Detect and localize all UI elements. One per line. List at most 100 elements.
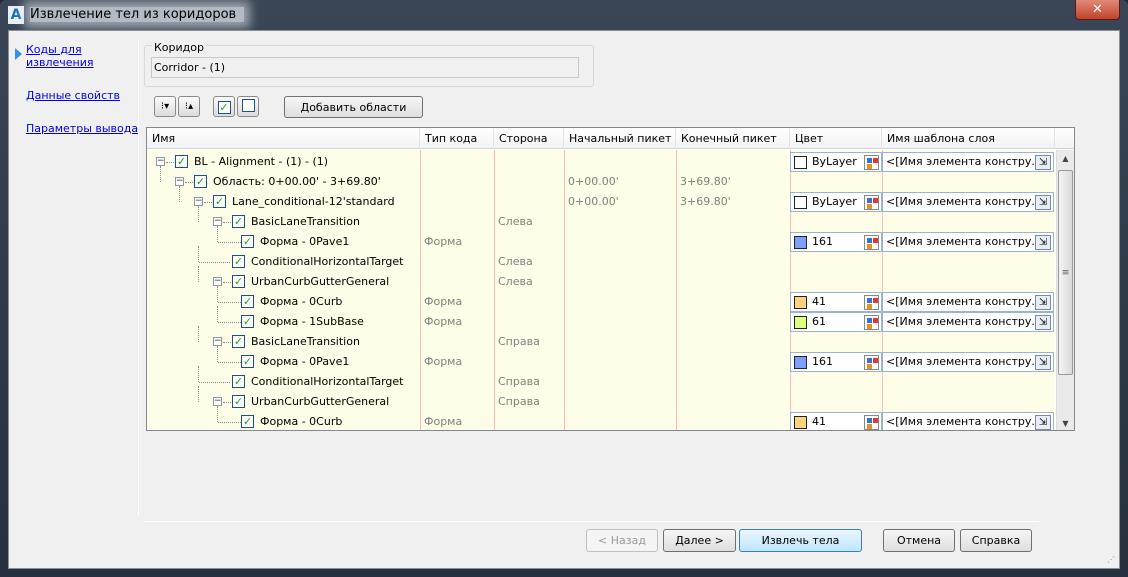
color-picker-icon[interactable] — [864, 235, 879, 250]
row-checkbox[interactable]: ✓ — [241, 235, 254, 248]
scroll-down-arrow-icon[interactable]: ▼ — [1057, 415, 1074, 430]
back-button[interactable]: < Назад — [586, 529, 658, 552]
layer-template-field[interactable]: <[Имя элемента констру... ⇲ — [882, 292, 1054, 312]
nav-link-property-data[interactable]: Данные свойств — [26, 89, 120, 102]
row-color[interactable]: 61 — [790, 312, 882, 332]
row-layer-template[interactable]: <[Имя элемента констру... ⇲ — [882, 192, 1055, 212]
color-picker-icon[interactable] — [864, 155, 879, 170]
resize-grip-icon[interactable]: ⋰ — [1107, 555, 1115, 564]
tree-row[interactable]: − ✓ Область: 0+00.00' - 3+69.80' 0+00.00' 3+… — [147, 166, 1055, 192]
row-layer-template[interactable]: <[Имя элемента констру... ⇲ — [882, 412, 1055, 430]
layer-template-field[interactable]: <[Имя элемента констру... ⇲ — [882, 152, 1054, 172]
color-field[interactable]: 41 — [790, 412, 882, 430]
collapse-all-button[interactable]: ⁝▴ — [178, 96, 200, 117]
tree-row[interactable]: − ✓ UrbanCurbGutterGeneral Справа — [147, 386, 1055, 412]
layer-template-field[interactable]: <[Имя элемента констру... ⇲ — [882, 352, 1054, 372]
color-field[interactable]: ByLayer — [790, 152, 882, 172]
color-picker-icon[interactable] — [864, 415, 879, 430]
row-checkbox[interactable]: ✓ — [232, 395, 245, 408]
layer-template-field[interactable]: <[Имя элемента констру... ⇲ — [882, 412, 1054, 430]
tree-row[interactable]: − ✓ BasicLaneTransition Справа — [147, 326, 1055, 352]
close-button[interactable]: ✕ — [1075, 0, 1120, 20]
tree-row[interactable]: ✓ Форма - 0Curb Форма 41 <[Имя элемента конс… — [147, 286, 1055, 312]
tree-row[interactable]: ✓ ConditionalHorizontalTarget Справа — [147, 366, 1055, 392]
row-checkbox[interactable]: ✓ — [194, 175, 207, 188]
tree-row[interactable]: ✓ Форма - 0Pave1 Форма 161 <[Имя элемента ко… — [147, 346, 1055, 372]
cancel-button[interactable]: Отмена — [883, 529, 955, 552]
color-field[interactable]: 161 — [790, 352, 882, 372]
row-checkbox[interactable]: ✓ — [213, 195, 226, 208]
row-checkbox[interactable]: ✓ — [241, 295, 254, 308]
vertical-scrollbar[interactable]: ▲ ≡ ▼ — [1056, 150, 1074, 430]
row-layer-template[interactable]: <[Имя элемента констру... ⇲ — [882, 152, 1055, 172]
column-header-name[interactable]: Имя — [147, 128, 420, 149]
color-picker-icon[interactable] — [864, 195, 879, 210]
extract-solids-button[interactable]: Извлечь тела — [739, 529, 862, 552]
tree-row[interactable]: ✓ Форма - 0Curb Форма 41 <[Имя элемента конс… — [147, 406, 1055, 430]
column-header-end-station[interactable]: Конечный пикет — [676, 128, 790, 149]
check-all-button[interactable]: ✓ — [213, 96, 235, 117]
collapse-node-icon[interactable]: − — [213, 337, 222, 346]
row-checkbox[interactable]: ✓ — [241, 315, 254, 328]
row-color[interactable]: 41 — [790, 412, 882, 430]
nav-link-extract-codes[interactable]: Коды для извлечения — [26, 43, 106, 69]
row-checkbox[interactable]: ✓ — [232, 275, 245, 288]
row-layer-template[interactable]: <[Имя элемента констру... ⇲ — [882, 312, 1055, 332]
edit-template-icon[interactable]: ⇲ — [1035, 295, 1051, 310]
color-field[interactable]: ByLayer — [790, 192, 882, 212]
row-color[interactable]: ByLayer — [790, 152, 882, 172]
layer-template-field[interactable]: <[Имя элемента констру... ⇲ — [882, 312, 1054, 332]
row-checkbox[interactable]: ✓ — [232, 255, 245, 268]
collapse-node-icon[interactable]: − — [156, 157, 165, 166]
tree-row[interactable]: − ✓ UrbanCurbGutterGeneral Слева — [147, 266, 1055, 292]
column-header-side[interactable]: Сторона — [494, 128, 564, 149]
row-checkbox[interactable]: ✓ — [241, 415, 254, 428]
edit-template-icon[interactable]: ⇲ — [1035, 235, 1051, 250]
row-color[interactable]: 161 — [790, 352, 882, 372]
layer-template-field[interactable]: <[Имя элемента констру... ⇲ — [882, 192, 1054, 212]
tree-row[interactable]: − ✓ BasicLaneTransition Слева — [147, 206, 1055, 232]
next-button[interactable]: Далее > — [663, 529, 736, 552]
color-picker-icon[interactable] — [864, 355, 879, 370]
tree-row[interactable]: − ✓ Lane_conditional-12'standard 0+00.00' 3+… — [147, 186, 1055, 212]
row-checkbox[interactable]: ✓ — [232, 335, 245, 348]
row-checkbox[interactable]: ✓ — [241, 355, 254, 368]
color-field[interactable]: 161 — [790, 232, 882, 252]
row-checkbox[interactable]: ✓ — [232, 215, 245, 228]
row-layer-template[interactable]: <[Имя элемента констру... ⇲ — [882, 232, 1055, 252]
scrollbar-thumb[interactable]: ≡ — [1058, 170, 1073, 375]
help-button[interactable]: Справка — [960, 529, 1032, 552]
add-regions-button[interactable]: Добавить области — [284, 96, 423, 118]
row-layer-template[interactable]: <[Имя элемента констру... ⇲ — [882, 352, 1055, 372]
edit-template-icon[interactable]: ⇲ — [1035, 155, 1051, 170]
column-header-color[interactable]: Цвет — [790, 128, 882, 149]
edit-template-icon[interactable]: ⇲ — [1035, 195, 1051, 210]
color-field[interactable]: 41 — [790, 292, 882, 312]
row-layer-template[interactable]: <[Имя элемента констру... ⇲ — [882, 292, 1055, 312]
row-color[interactable]: 161 — [790, 232, 882, 252]
color-picker-icon[interactable] — [864, 315, 879, 330]
expand-all-button[interactable]: ⁝▾ — [154, 96, 176, 117]
edit-template-icon[interactable]: ⇲ — [1035, 315, 1051, 330]
scroll-up-arrow-icon[interactable]: ▲ — [1057, 150, 1074, 167]
collapse-node-icon[interactable]: − — [213, 277, 222, 286]
column-header-layer-template[interactable]: Имя шаблона слоя — [882, 128, 1055, 149]
title-bar[interactable]: A Извлечение тел из коридоров ✕ — [0, 0, 1128, 30]
tree-row[interactable]: − ✓ BL - Alignment - (1) - (1) ByLayer <[Имя… — [147, 152, 1055, 172]
tree-row[interactable]: ✓ Форма - 1SubBase Форма 61 <[Имя элемента к… — [147, 306, 1055, 332]
collapse-node-icon[interactable]: − — [175, 177, 184, 186]
edit-template-icon[interactable]: ⇲ — [1035, 415, 1051, 430]
row-checkbox[interactable]: ✓ — [232, 375, 245, 388]
collapse-node-icon[interactable]: − — [194, 197, 203, 206]
collapse-node-icon[interactable]: − — [213, 217, 222, 226]
nav-link-output-settings[interactable]: Параметры вывода — [26, 122, 138, 135]
column-header-code-type[interactable]: Тип кода — [420, 128, 494, 149]
edit-template-icon[interactable]: ⇲ — [1035, 355, 1051, 370]
row-color[interactable]: ByLayer — [790, 192, 882, 212]
uncheck-all-button[interactable] — [237, 96, 259, 117]
color-picker-icon[interactable] — [864, 295, 879, 310]
tree-row[interactable]: ✓ Форма - 0Pave1 Форма 161 <[Имя элемента ко… — [147, 226, 1055, 252]
collapse-node-icon[interactable]: − — [213, 397, 222, 406]
tree-row[interactable]: ✓ ConditionalHorizontalTarget Слева — [147, 246, 1055, 272]
row-checkbox[interactable]: ✓ — [175, 155, 188, 168]
